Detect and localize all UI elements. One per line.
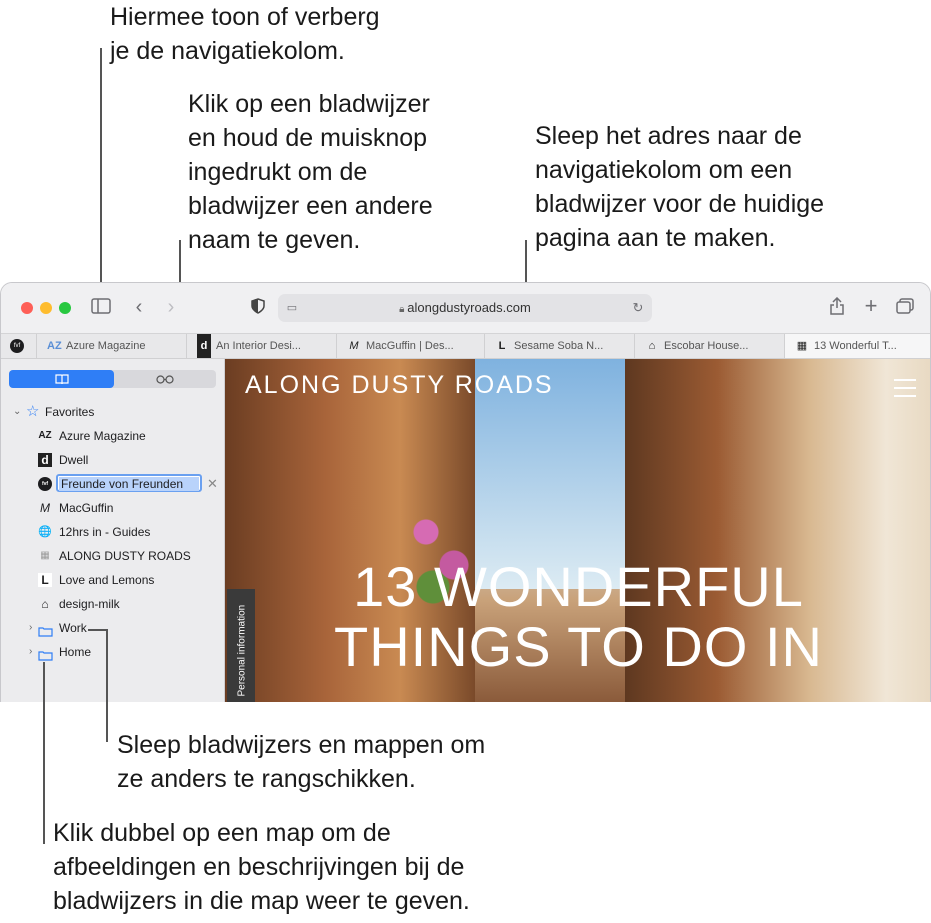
address-bar[interactable]: ▭ 🔒︎ alongdustyroads.com ↻ <box>278 294 652 322</box>
personal-information-tab[interactable]: Personal information <box>227 589 255 702</box>
folder-icon <box>38 646 53 668</box>
azure-magazine-icon: AZ <box>38 430 52 441</box>
bookmark-along-dusty-roads[interactable]: ▦ ALONG DUSTY ROADS <box>1 545 225 567</box>
hero-headline-line1: 13 WONDERFUL <box>353 555 804 618</box>
back-chevron-icon[interactable]: ‹ <box>129 297 149 317</box>
freunde-von-freunden-icon: fvf <box>38 477 52 491</box>
callout-line-rearrange-h <box>88 629 108 631</box>
forward-chevron-icon[interactable]: › <box>161 297 181 317</box>
toolbar: ‹ › ▭ 🔒︎ alongdustyroads.com ↻ + <box>1 283 930 333</box>
chevron-right-icon[interactable]: › <box>29 617 32 639</box>
callout-rename-bookmark: Klik op een bladwijzer en houd de muiskn… <box>188 90 433 254</box>
tab-azure-magazine[interactable]: AZ Azure Magazine <box>36 334 186 358</box>
site-logo[interactable]: ALONG DUSTY ROADS <box>245 371 554 400</box>
callout-double-click-folder: Klik dubbel op een map om de afbeeldinge… <box>53 819 470 915</box>
love-and-lemons-icon: L <box>498 340 506 352</box>
bookmark-macguffin[interactable]: M MacGuffin <box>1 497 225 519</box>
bookmark-dwell[interactable]: d Dwell <box>1 449 225 471</box>
folder-home[interactable]: › Home <box>1 641 225 663</box>
tab-interior-design[interactable]: d An Interior Desi... <box>186 334 336 358</box>
bookmarks-tab[interactable] <box>9 370 114 388</box>
bookmark-design-milk[interactable]: ⌂ design-milk <box>1 593 225 615</box>
star-icon: ☆ <box>26 403 40 420</box>
tab-escobar-house[interactable]: ⌂ Escobar House... <box>634 334 784 358</box>
bookmark-12hrs[interactable]: 🌐 12hrs in - Guides <box>1 521 225 543</box>
tab-bar: fvf AZ Azure Magazine d An Interior Desi..… <box>1 333 930 359</box>
callout-sidebar-toggle: Hiermee toon of verberg je de navigatiek… <box>110 3 380 65</box>
folder-work[interactable]: › Work <box>1 617 225 639</box>
favorites-group[interactable]: ⌄ ☆ Favorites <box>1 401 225 423</box>
callout-drag-address: Sleep het adres naar de navigatiekolom o… <box>535 122 825 252</box>
glasses-icon <box>156 373 174 385</box>
hamburger-menu-icon[interactable] <box>894 379 916 397</box>
callout-line-rearrange <box>106 629 108 742</box>
reload-icon[interactable]: ↻ <box>630 298 646 318</box>
callout-line-double-click <box>43 662 45 844</box>
globe-icon: 🌐 <box>38 526 52 538</box>
chevron-right-icon[interactable]: › <box>29 641 32 663</box>
minimize-button[interactable] <box>40 302 52 314</box>
share-icon[interactable] <box>827 296 847 321</box>
tab-overview-icon[interactable] <box>895 298 915 320</box>
pinned-tab[interactable]: fvf <box>10 339 24 353</box>
sidebar: ⌄ ☆ Favorites AZ Azure Magazine d Dwell … <box>1 359 225 702</box>
privacy-shield-icon[interactable] <box>249 298 267 320</box>
dwell-icon: d <box>197 334 211 358</box>
bookmark-rename-field[interactable]: Freunde von Freunden <box>56 474 202 492</box>
love-and-lemons-icon: L <box>38 573 52 587</box>
tab-macguffin[interactable]: M MacGuffin | Des... <box>336 334 484 358</box>
macguffin-icon: M <box>349 340 359 352</box>
azure-magazine-icon: AZ <box>47 340 62 352</box>
web-content[interactable]: ALONG DUSTY ROADS 13 WONDERFUL THINGS TO… <box>225 359 930 702</box>
chevron-down-icon[interactable]: ⌄ <box>13 401 21 423</box>
hero-headline-line2: THINGS TO DO IN <box>334 615 823 678</box>
dwell-icon: d <box>38 453 52 467</box>
close-button[interactable] <box>21 302 33 314</box>
tab-13-wonderful[interactable]: ▦ 13 Wonderful T... <box>784 334 930 358</box>
design-milk-icon: ⌂ <box>41 597 49 611</box>
zoom-button[interactable] <box>59 302 71 314</box>
reading-list-tab[interactable] <box>114 370 216 388</box>
sidebar-segmented-control <box>9 370 216 388</box>
tab-sesame-soba[interactable]: L Sesame Soba N... <box>484 334 634 358</box>
design-milk-icon: ⌂ <box>648 340 656 352</box>
clear-icon[interactable]: ✕ <box>207 473 218 495</box>
along-dusty-roads-icon: ▦ <box>796 340 808 352</box>
book-icon <box>54 373 69 385</box>
url-text[interactable]: 🔒︎ alongdustyroads.com <box>278 294 652 324</box>
callout-rearrange: Sleep bladwijzers en mappen om ze anders… <box>117 731 486 793</box>
bookmark-freunde-von-freunden[interactable]: fvf Freunde von Freunden ✕ <box>1 473 225 495</box>
callout-line-sidebar-toggle <box>100 48 102 292</box>
macguffin-icon: M <box>40 501 50 515</box>
bookmark-azure-magazine[interactable]: AZ Azure Magazine <box>1 425 225 447</box>
bookmark-love-and-lemons[interactable]: L Love and Lemons <box>1 569 225 591</box>
sidebar-toggle-icon[interactable] <box>91 298 111 316</box>
safari-window: ‹ › ▭ 🔒︎ alongdustyroads.com ↻ + fvf AZ A… <box>0 282 931 702</box>
along-dusty-roads-icon: ▦ <box>40 550 50 561</box>
new-tab-icon[interactable]: + <box>861 295 881 317</box>
